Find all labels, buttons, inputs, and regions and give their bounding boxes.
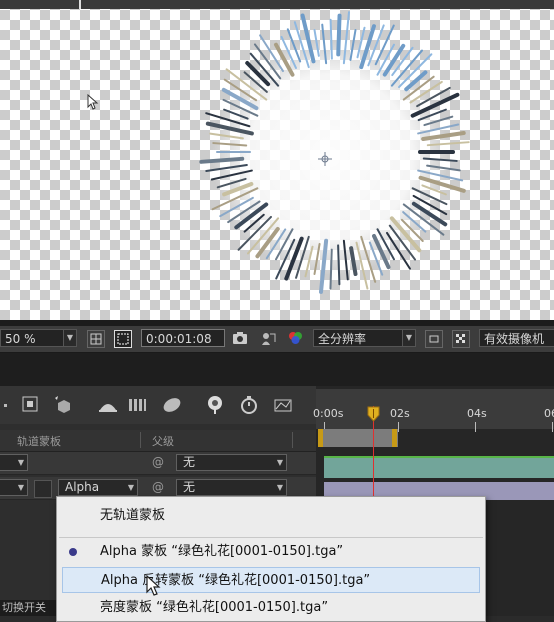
mouse-cursor-icon — [87, 94, 99, 110]
pick-whip-icon[interactable]: @ — [152, 480, 166, 494]
firework-graphic — [199, 11, 470, 294]
track-matte-context-menu: 无轨道蒙板 Alpha 蒙板 “绿色礼花[0001-0150].tga” Alp… — [56, 496, 486, 622]
chevron-down-icon[interactable]: ▼ — [63, 329, 77, 347]
parent-select[interactable]: 无 ▼ — [176, 479, 287, 496]
composition-mini-flowchart-icon[interactable] — [20, 394, 42, 416]
tick-label: 06 — [544, 407, 554, 420]
parent-select[interactable]: 无 ▼ — [176, 454, 287, 471]
menu-item-alpha-matte[interactable]: Alpha 蒙板 “绿色礼花[0001-0150].tga” — [57, 539, 485, 565]
time-ruler[interactable]: 0:00s 02s 04s 06 — [313, 389, 554, 432]
tick-label: 02s — [390, 407, 410, 420]
layer-switch-checkbox[interactable] — [34, 480, 52, 498]
work-area-end-handle[interactable] — [392, 429, 397, 447]
graph-editor-icon[interactable] — [272, 394, 294, 416]
transparency-grid-icon[interactable] — [452, 330, 470, 348]
menu-separator — [59, 537, 483, 538]
show-snapshot-icon[interactable] — [260, 330, 278, 348]
brainstorm-icon[interactable] — [204, 394, 226, 416]
firework-ray — [337, 244, 341, 286]
track-matte-collapsed-select[interactable]: ▼ — [0, 479, 28, 496]
grid-guides-icon[interactable] — [87, 330, 105, 348]
firework-ray — [329, 18, 333, 60]
mouse-cursor-icon — [146, 575, 161, 596]
firework-ray — [329, 248, 333, 290]
color-channels-icon[interactable] — [287, 330, 305, 348]
track-matte-select[interactable]: ▼ — [0, 454, 28, 471]
camera-snapshot-icon[interactable] — [231, 330, 249, 348]
resolution-select[interactable]: 全分辨率 — [313, 329, 405, 347]
track-matte-select[interactable]: Alpha ▼ — [58, 479, 138, 496]
work-area-bar[interactable] — [320, 429, 398, 447]
tick-mark — [398, 422, 399, 432]
motion-blur-icon[interactable] — [160, 394, 182, 416]
draft-3d-icon[interactable] — [96, 394, 118, 416]
work-area-start-handle[interactable] — [318, 429, 323, 447]
3d-layer-icon[interactable] — [52, 394, 74, 416]
zoom-select[interactable]: 50 % — [0, 329, 66, 347]
tick-label: 0:00s — [313, 407, 344, 420]
firework-ray — [336, 13, 342, 57]
menu-item-no-track-matte[interactable]: 无轨道蒙板 — [57, 503, 485, 529]
panel-divider — [0, 353, 554, 386]
camera-view-select[interactable]: 有效摄像机 — [479, 329, 554, 347]
timecode-field[interactable]: 0:00:01:08 — [141, 329, 225, 347]
menu-item-alpha-inverted-matte[interactable]: Alpha 反转蒙板 “绿色礼花[0001-0150].tga” — [62, 567, 480, 593]
layer-row[interactable]: ▼ @ 无 ▼ — [0, 452, 316, 475]
selected-bullet-icon — [69, 548, 77, 556]
auto-keyframe-stopwatch-icon[interactable] — [238, 394, 260, 416]
tick-mark — [475, 422, 476, 432]
pick-whip-icon[interactable]: @ — [152, 455, 166, 469]
frame-blending-icon[interactable] — [126, 394, 148, 416]
layer-columns-header: 轨道蒙板 父级 — [0, 430, 316, 452]
composition-viewer[interactable] — [0, 0, 554, 320]
menu-item-luma-matte[interactable]: 亮度蒙板 “绿色礼花[0001-0150].tga” — [57, 595, 485, 621]
track-matte-column-header: 轨道蒙板 — [17, 435, 61, 448]
fast-preview-icon[interactable] — [425, 330, 443, 348]
viewer-control-bar: 50 % ▼ 0:00:01:08 全分辨率 ▼ 有效摄像机 — [0, 326, 554, 353]
tick-label: 04s — [467, 407, 487, 420]
tick-mark — [552, 422, 553, 432]
layer-duration-bar[interactable] — [324, 456, 554, 478]
timeline-toolbar — [0, 386, 316, 424]
region-of-interest-icon[interactable] — [114, 330, 132, 348]
playhead-handle-icon[interactable] — [367, 406, 380, 422]
toggle-switches-label[interactable]: 切换开关 — [0, 600, 62, 616]
parent-column-header: 父级 — [152, 435, 174, 448]
chevron-down-icon[interactable]: ▼ — [402, 329, 416, 347]
